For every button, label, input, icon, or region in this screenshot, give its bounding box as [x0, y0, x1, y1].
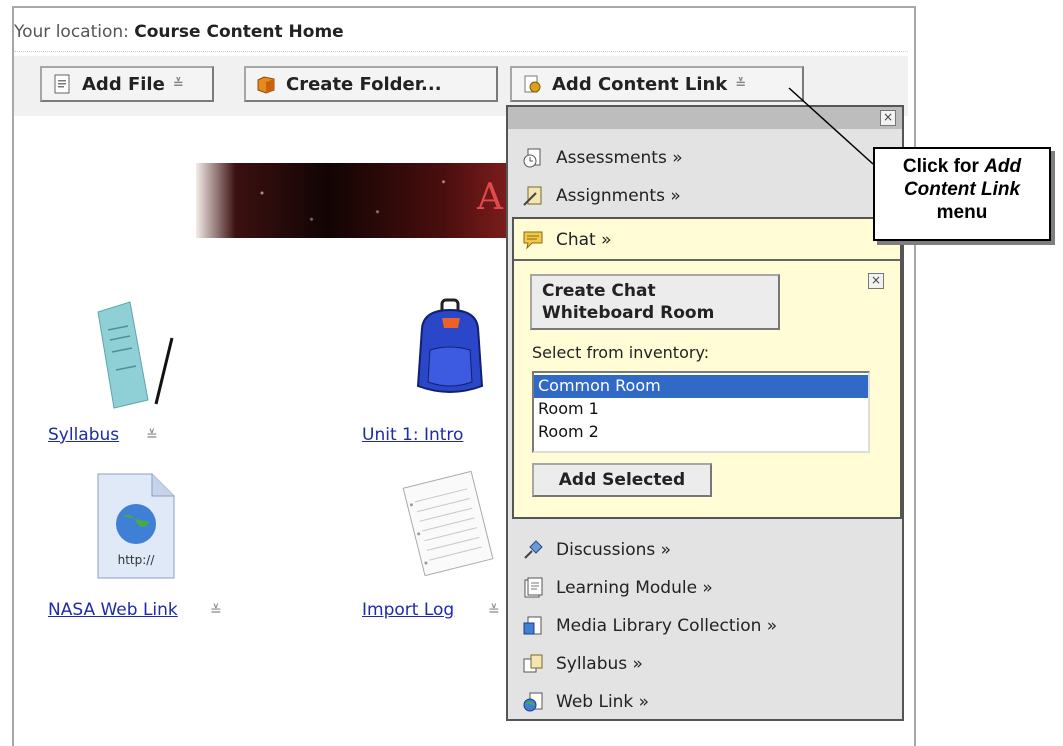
callout-text: menu — [936, 202, 988, 223]
callout-text: Click for — [902, 156, 985, 177]
callout-leader-line — [788, 87, 874, 165]
callout-box: Click for Add Content Link menu — [873, 147, 1051, 241]
callout-text-italic: Add — [984, 156, 1022, 177]
callout-text-italic: Content Link — [903, 179, 1021, 200]
